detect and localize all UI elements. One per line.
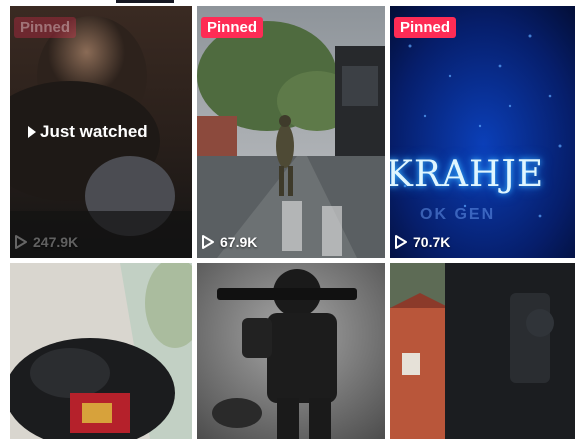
view-count: 70.7K [394,234,450,250]
play-triangle-icon [28,126,36,138]
just-watched-text: Just watched [40,122,148,141]
video-tile-6[interactable] [390,263,575,439]
play-outline-icon [202,235,214,249]
video-tile-3[interactable]: Pinned KRAHJE OK GEN 70.7K [390,6,575,258]
video-thumbnail-2 [197,6,385,258]
active-tab-indicator [116,0,174,3]
video-thumbnail-6 [390,263,575,439]
pinned-badge: Pinned [14,17,77,38]
video-tile-5[interactable] [197,263,385,439]
overlay-subtitle-text: OK GEN [420,206,496,223]
view-count: 67.9K [201,234,257,250]
view-count: 247.9K [14,234,78,250]
view-count-text: 70.7K [413,234,451,250]
video-tile-1[interactable]: Pinned Just watched 247.9K [10,6,192,258]
overlay-title-text: KRAHJE [390,154,545,195]
pinned-badge: Pinned [394,17,457,38]
video-thumbnail-5 [197,263,385,439]
video-tile-4[interactable] [10,263,192,439]
just-watched-label: Just watched [28,122,148,142]
video-tile-2[interactable]: Pinned 67.9K [197,6,385,258]
video-thumbnail-4 [10,263,192,439]
play-outline-icon [395,235,407,249]
play-outline-icon [15,235,27,249]
pinned-badge: Pinned [201,17,264,38]
view-count-text: 247.9K [33,234,79,250]
view-count-text: 67.9K [220,234,258,250]
video-grid: Pinned Just watched 247.9K Pinned 67.9K … [10,6,575,439]
